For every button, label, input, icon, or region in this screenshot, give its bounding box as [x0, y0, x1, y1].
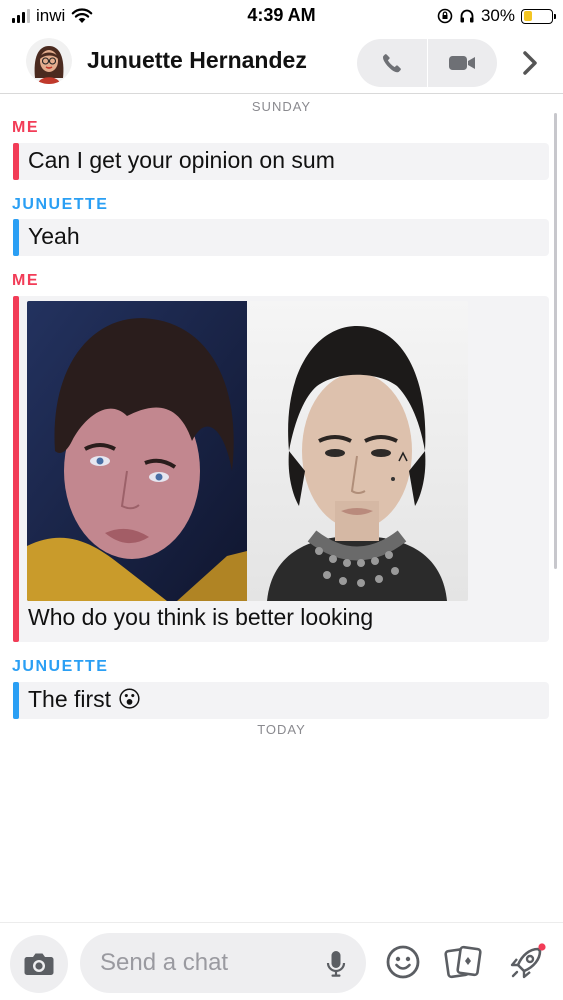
emoji-button[interactable]	[386, 945, 420, 984]
battery-icon	[521, 8, 556, 24]
message-text: Can I get your opinion on sum	[28, 147, 335, 173]
message-text: The first 😮	[28, 686, 142, 712]
call-buttons	[357, 39, 497, 87]
message-item[interactable]: Yeah	[13, 219, 549, 256]
chat-input[interactable]: Send a chat	[80, 933, 366, 993]
chat-area[interactable]: SUNDAY ME Can I get your opinion on sum …	[0, 95, 563, 922]
profile-chevron-button[interactable]	[515, 48, 545, 78]
day-separator-sunday: SUNDAY	[251, 99, 312, 114]
battery-percent: 30%	[480, 6, 515, 25]
contact-name[interactable]: Junuette Hernandez	[87, 47, 307, 74]
mic-button[interactable]	[326, 950, 346, 983]
day-separator-today: TODAY	[257, 722, 306, 737]
message-text: Yeah	[28, 223, 80, 249]
cards-button[interactable]	[444, 945, 482, 984]
video-call-button[interactable]	[428, 39, 498, 87]
phone-icon	[382, 54, 401, 73]
message-item[interactable]: Can I get your opinion on sum	[13, 143, 549, 180]
message-item-with-photo[interactable]: Who do you think is better looking	[13, 296, 549, 642]
cards-icon	[444, 945, 482, 979]
emoji-icon	[386, 945, 420, 979]
shared-photo[interactable]	[27, 301, 468, 601]
sender-label-me: ME	[12, 119, 39, 136]
chat-header: Junuette Hernandez	[0, 32, 563, 94]
avatar[interactable]	[26, 38, 72, 84]
notification-dot	[538, 943, 546, 951]
chevron-right-icon	[523, 51, 537, 75]
status-bar: inwi 4:39 AM 30%	[0, 0, 563, 32]
message-item[interactable]: The first 😮	[13, 682, 549, 719]
sender-label-me: ME	[12, 272, 39, 289]
voice-call-button[interactable]	[357, 39, 427, 87]
video-icon	[449, 56, 476, 70]
scrollbar[interactable]	[554, 113, 557, 569]
status-right: 30%	[437, 6, 556, 26]
orientation-lock-icon	[437, 8, 453, 24]
sender-label-junuette: JUNUETTE	[12, 658, 109, 675]
camera-icon	[24, 953, 54, 975]
compose-bar: Send a chat	[0, 922, 563, 1000]
headphones-icon	[460, 9, 474, 23]
camera-button[interactable]	[10, 935, 68, 993]
rocket-icon	[510, 943, 546, 979]
message-text: Who do you think is better looking	[28, 604, 374, 630]
sender-label-junuette: JUNUETTE	[12, 196, 109, 213]
chat-input-placeholder: Send a chat	[100, 949, 229, 976]
spotlight-button[interactable]	[508, 943, 548, 986]
mic-icon	[326, 951, 346, 977]
